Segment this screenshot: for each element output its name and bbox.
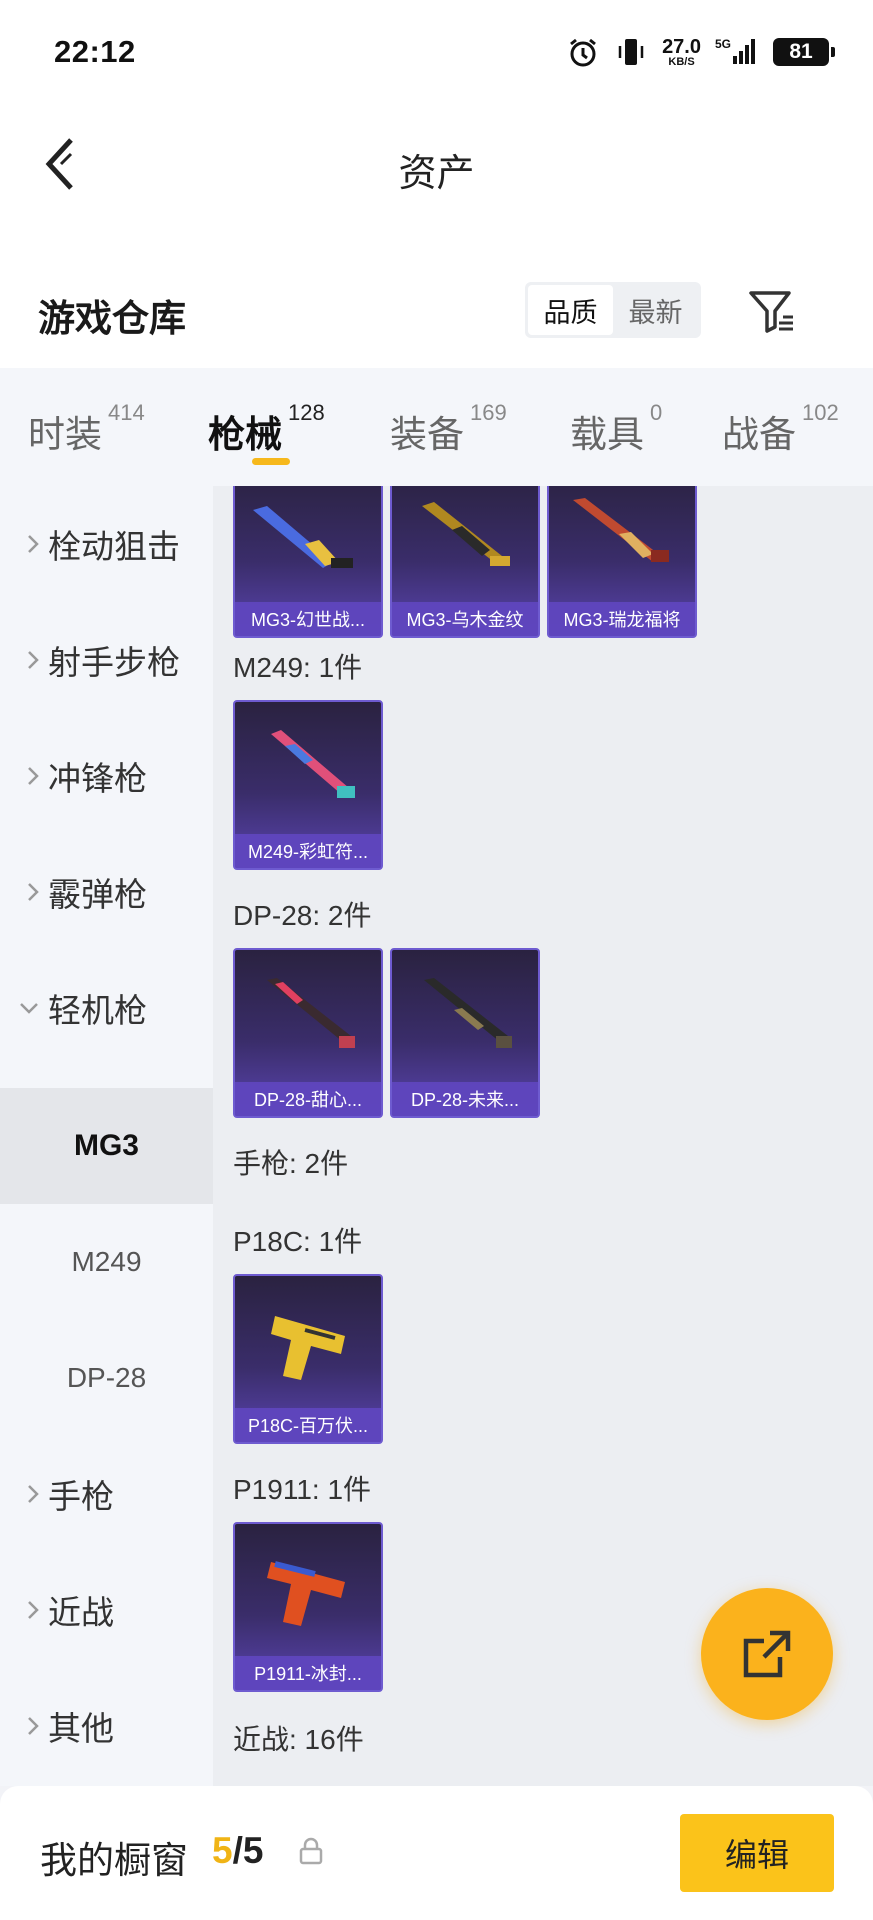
item-card[interactable]: P18C-百万伏...: [233, 1274, 383, 1444]
rifle-skin-icon: [267, 978, 355, 1048]
rifle-skin-icon: [573, 498, 669, 562]
group-label-p18c: P18C: 1件: [233, 1226, 363, 1257]
chevron-right-icon: [0, 649, 48, 671]
rifle-skin-icon: [271, 730, 355, 798]
rifle-skin-icon: [424, 978, 512, 1048]
sidebar-item-dmr[interactable]: 射手步枪: [0, 602, 213, 718]
chevron-right-icon: [0, 1599, 48, 1621]
sort-latest[interactable]: 最新: [613, 285, 698, 335]
item-card[interactable]: DP-28-甜心...: [233, 948, 383, 1118]
active-tab-indicator: [252, 458, 290, 465]
group-label-melee: 近战: 16件: [233, 1724, 364, 1755]
chevron-right-icon: [0, 533, 48, 555]
showcase-count: 5/5: [212, 1830, 264, 1871]
group-label-dp28: DP-28: 2件: [233, 900, 372, 931]
signal-5g-icon: 5G: [715, 35, 759, 69]
network-label: 5G: [715, 37, 731, 51]
app-header: 资产: [0, 104, 873, 224]
status-bar: 22:12 27.0 KB/S 5G 81: [0, 0, 873, 104]
tab-vehicles[interactable]: 载具 0: [570, 400, 662, 458]
chevron-down-icon: [0, 1000, 48, 1016]
sidebar: 栓动狙击 射手步枪 冲锋枪 霰弹枪 轻机枪 MG3 M249 DP-28 手枪 …: [0, 486, 213, 1786]
warehouse-title: 游戏仓库: [38, 298, 186, 339]
sidebar-item-pistol[interactable]: 手枪: [0, 1436, 213, 1552]
sort-toggle: 品质 最新: [525, 282, 701, 338]
pistol-skin-icon: [271, 1316, 345, 1380]
filter-button[interactable]: [744, 284, 800, 340]
tab-equipment[interactable]: 装备 169: [390, 400, 507, 458]
sidebar-item-shotgun[interactable]: 霰弹枪: [0, 834, 213, 950]
group-label-m249: M249: 1件: [233, 652, 363, 683]
chevron-right-icon: [0, 765, 48, 787]
item-card[interactable]: M249-彩虹符...: [233, 700, 383, 870]
battery-indicator: 81: [773, 38, 835, 66]
chevron-right-icon: [0, 881, 48, 903]
showcase-label: 我的橱窗: [40, 1840, 188, 1881]
item-card[interactable]: MG3-乌木金纹: [390, 486, 540, 638]
tab-firearms[interactable]: 枪械 128: [208, 400, 325, 458]
vibrate-icon: [614, 35, 648, 69]
filter-icon: [749, 291, 793, 333]
sidebar-item-melee[interactable]: 近战: [0, 1552, 213, 1668]
group-label-p1911: P1911: 1件: [233, 1474, 372, 1505]
rifle-skin-icon: [422, 502, 510, 566]
item-card[interactable]: MG3-幻世战...: [233, 486, 383, 638]
network-speed: 27.0 KB/S: [662, 35, 701, 68]
item-card[interactable]: DP-28-未来...: [390, 948, 540, 1118]
category-tabs: 时装 414 枪械 128 装备 169 载具 0 战备 102: [0, 368, 873, 486]
sidebar-item-lmg[interactable]: 轻机枪: [0, 950, 213, 1066]
rifle-skin-icon: [253, 506, 353, 568]
showcase-bar: 我的橱窗 5/5 编辑: [0, 1786, 873, 1920]
tab-fashion[interactable]: 时装 414: [28, 400, 145, 458]
share-fab-button[interactable]: [701, 1588, 833, 1720]
sidebar-subitem-dp28[interactable]: DP-28: [0, 1320, 213, 1436]
external-link-icon: [743, 1630, 791, 1678]
pistol-skin-icon: [267, 1561, 345, 1626]
item-card[interactable]: MG3-瑞龙福将: [547, 486, 697, 638]
lock-icon: [299, 1837, 323, 1865]
chevron-right-icon: [0, 1483, 48, 1505]
alarm-icon: [566, 35, 600, 69]
sidebar-subitem-m249[interactable]: M249: [0, 1204, 213, 1320]
sort-quality[interactable]: 品质: [528, 285, 613, 335]
sidebar-item-other[interactable]: 其他: [0, 1668, 213, 1784]
edit-button[interactable]: 编辑: [680, 1814, 834, 1892]
tab-supplies[interactable]: 战备 102: [722, 400, 839, 458]
warehouse-bar: 游戏仓库 品质 最新: [0, 224, 873, 368]
sidebar-subitem-mg3[interactable]: MG3: [0, 1088, 213, 1204]
page-title: 资产: [398, 153, 475, 195]
sidebar-item-smg[interactable]: 冲锋枪: [0, 718, 213, 834]
group-label-pistol: 手枪: 2件: [233, 1148, 349, 1179]
status-time: 22:12: [54, 34, 136, 69]
chevron-right-icon: [0, 1715, 48, 1737]
item-card[interactable]: P1911-冰封...: [233, 1522, 383, 1692]
sidebar-item-bolt-sniper[interactable]: 栓动狙击: [0, 486, 213, 602]
